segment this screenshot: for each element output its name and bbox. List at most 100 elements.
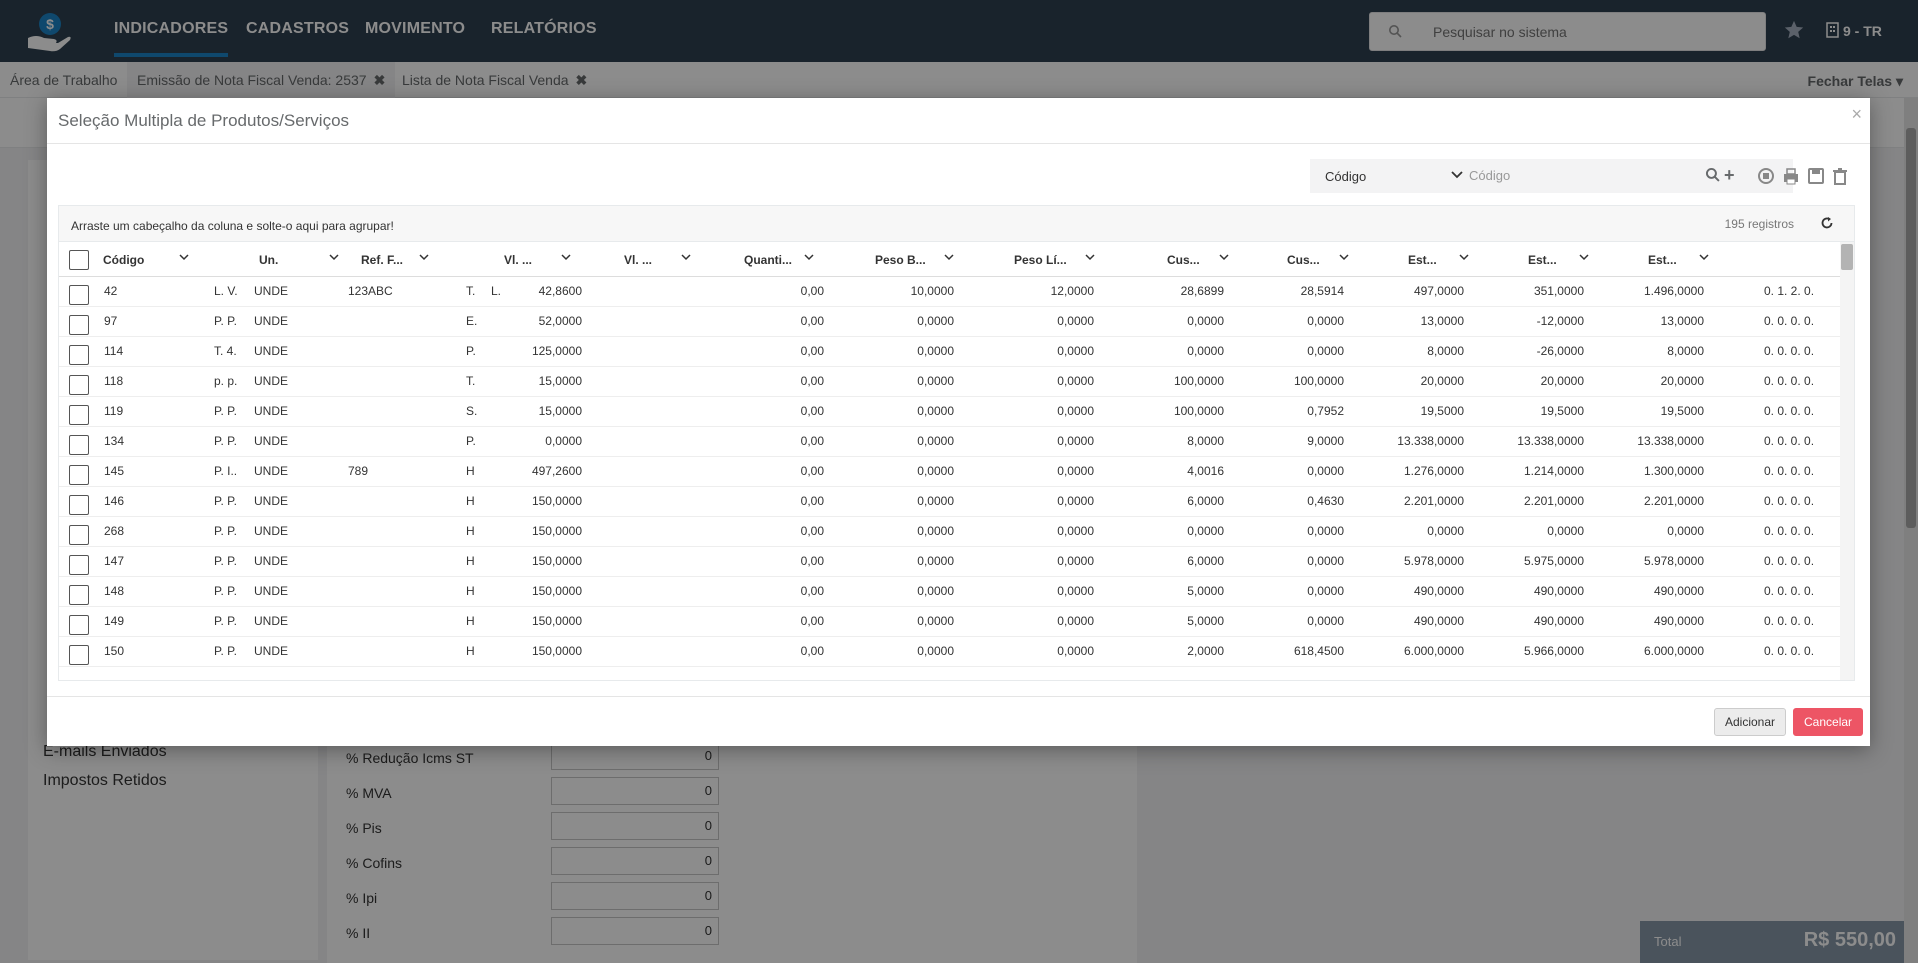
column-header[interactable]: Ref. F... — [361, 253, 411, 267]
column-header[interactable]: Vl. ... — [504, 253, 544, 267]
add-button[interactable]: Adicionar — [1714, 708, 1787, 736]
chevron-down-icon[interactable] — [1459, 254, 1469, 262]
table-cell: 0,00 — [800, 644, 824, 658]
table-cell: 0,0000 — [917, 644, 954, 658]
table-cell: 618,4500 — [1293, 644, 1344, 658]
chevron-down-icon[interactable] — [1699, 254, 1709, 262]
table-cell: UNDE — [254, 434, 289, 448]
table-cell: 0. 1. 2. 0. — [1764, 284, 1815, 298]
layout-reset-icon[interactable] — [1756, 166, 1776, 186]
table-cell: 0,0000 — [917, 344, 954, 358]
table-cell: 0. 0. 0. 0. — [1764, 554, 1815, 568]
refresh-icon[interactable] — [1820, 216, 1834, 230]
table-row[interactable]: 118 p. p. UNDE T. 15,0000 0,00 0,0000 0,0000 100… — [59, 367, 1844, 397]
row-checkbox[interactable] — [69, 495, 89, 515]
filter-input[interactable]: Código — [1469, 168, 1510, 183]
filter-field-value: Código — [1325, 169, 1367, 184]
row-checkbox[interactable] — [69, 615, 89, 635]
grid-scroll-thumb[interactable] — [1841, 244, 1853, 270]
table-cell: 0,0000 — [1307, 584, 1344, 598]
row-checkbox[interactable] — [69, 465, 89, 485]
column-header[interactable]: Peso B... — [875, 253, 930, 267]
table-row[interactable]: 97 P. P. UNDE E. 52,0000 0,00 0,0000 0,0000 0,00… — [59, 307, 1844, 337]
table-cell: 28,6899 — [1180, 284, 1224, 298]
table-cell: 0,0000 — [1057, 614, 1094, 628]
table-cell: 497,0000 — [1413, 284, 1464, 298]
table-row[interactable]: 146 P. P. UNDE H 150,0000 0,00 0,0000 0,0000 6,0… — [59, 487, 1844, 517]
table-cell: 0. 0. 0. 0. — [1764, 374, 1815, 388]
row-checkbox[interactable] — [69, 285, 89, 305]
column-header[interactable]: Vl. ... — [624, 253, 664, 267]
table-cell: 0,00 — [800, 584, 824, 598]
row-checkbox[interactable] — [69, 585, 89, 605]
chevron-down-icon[interactable] — [681, 254, 691, 262]
chevron-down-icon[interactable] — [944, 254, 954, 262]
group-by-bar[interactable]: Arraste um cabeçalho da coluna e solte-o… — [59, 206, 1854, 242]
table-row[interactable]: 42 L. V. UNDE 123ABC T. L. 42,8600 0,00 10,0000 1… — [59, 277, 1844, 307]
row-checkbox[interactable] — [69, 555, 89, 575]
close-icon[interactable]: × — [1851, 104, 1862, 125]
table-cell: 0,7952 — [1307, 404, 1344, 418]
chevron-down-icon[interactable] — [561, 254, 571, 262]
table-cell: 0. 0. 0. 0. — [1764, 584, 1815, 598]
table-cell: 490,0000 — [1413, 614, 1464, 628]
table-row[interactable]: 134 P. P. UNDE P. 0,0000 0,00 0,0000 0,0000 8,00… — [59, 427, 1844, 457]
table-cell: UNDE — [254, 344, 289, 358]
chevron-down-icon[interactable] — [329, 254, 339, 262]
table-row[interactable]: 119 P. P. UNDE S. 15,0000 0,00 0,0000 0,0000 100… — [59, 397, 1844, 427]
column-header[interactable]: Quanti... — [744, 253, 799, 267]
table-row[interactable]: 114 T. 4. UNDE P. 125,0000 0,00 0,0000 0,0000 0,… — [59, 337, 1844, 367]
chevron-down-icon[interactable] — [1085, 254, 1095, 262]
table-row[interactable]: 148 P. P. UNDE H 150,0000 0,00 0,0000 0,0000 5,0… — [59, 577, 1844, 607]
table-cell: 0,0000 — [1187, 314, 1224, 328]
table-cell: 1.276,0000 — [1403, 464, 1464, 478]
chevron-down-icon[interactable] — [1579, 254, 1589, 262]
table-cell: 20,0000 — [1540, 374, 1584, 388]
row-checkbox[interactable] — [69, 435, 89, 455]
column-header[interactable]: Est... — [1408, 253, 1443, 267]
chevron-down-icon[interactable] — [419, 254, 429, 262]
row-checkbox[interactable] — [69, 405, 89, 425]
column-header[interactable]: Peso Lí... — [1014, 253, 1074, 267]
trash-icon[interactable] — [1830, 166, 1850, 186]
table-cell: 100,0000 — [1173, 374, 1224, 388]
row-checkbox[interactable] — [69, 525, 89, 545]
print-icon[interactable] — [1781, 166, 1801, 186]
chevron-down-icon[interactable] — [179, 254, 189, 262]
table-cell: P. P. — [214, 554, 237, 568]
table-cell: 0. 0. 0. 0. — [1764, 494, 1815, 508]
grid-scrollbar[interactable] — [1840, 242, 1854, 680]
column-header[interactable]: Est... — [1528, 253, 1563, 267]
table-row[interactable]: 147 P. P. UNDE H 150,0000 0,00 0,0000 0,0000 6,0… — [59, 547, 1844, 577]
table-row[interactable]: 150 P. P. UNDE H 150,0000 0,00 0,0000 0,0000 2,0… — [59, 637, 1844, 667]
table-cell: P. P. — [214, 524, 237, 538]
column-header[interactable]: Cus... — [1167, 253, 1207, 267]
table-cell: 0,00 — [800, 284, 824, 298]
chevron-down-icon[interactable] — [804, 254, 814, 262]
row-checkbox[interactable] — [69, 645, 89, 665]
table-cell: 6.000,0000 — [1403, 644, 1464, 658]
search-icon[interactable] — [1705, 167, 1720, 182]
table-row[interactable]: 145 P. I.. UNDE 789 H 497,2600 0,00 0,0000 0,000… — [59, 457, 1844, 487]
cancel-button[interactable]: Cancelar — [1793, 708, 1864, 736]
filter-field-select[interactable]: Código — [1325, 169, 1465, 184]
column-header[interactable]: Un. — [259, 253, 289, 267]
table-cell: 2.201,0000 — [1403, 494, 1464, 508]
row-checkbox[interactable] — [69, 345, 89, 365]
table-row[interactable]: 268 P. P. UNDE H 150,0000 0,00 0,0000 0,0000 0,0… — [59, 517, 1844, 547]
chevron-down-icon[interactable] — [1339, 254, 1349, 262]
table-cell: 97 — [104, 314, 118, 328]
table-cell: 52,0000 — [538, 314, 582, 328]
column-header[interactable]: Cus... — [1287, 253, 1327, 267]
column-header[interactable]: Código — [103, 253, 163, 267]
row-checkbox[interactable] — [69, 375, 89, 395]
row-checkbox[interactable] — [69, 315, 89, 335]
table-cell: 0,0000 — [1057, 554, 1094, 568]
table-row[interactable]: 149 P. P. UNDE H 150,0000 0,00 0,0000 0,0000 5,0… — [59, 607, 1844, 637]
save-icon[interactable] — [1806, 166, 1826, 186]
column-header[interactable]: Est... — [1648, 253, 1683, 267]
plus-icon[interactable]: + — [1724, 165, 1735, 186]
select-all-checkbox[interactable] — [69, 250, 89, 270]
chevron-down-icon[interactable] — [1219, 254, 1229, 262]
table-cell: -12,0000 — [1536, 314, 1584, 328]
